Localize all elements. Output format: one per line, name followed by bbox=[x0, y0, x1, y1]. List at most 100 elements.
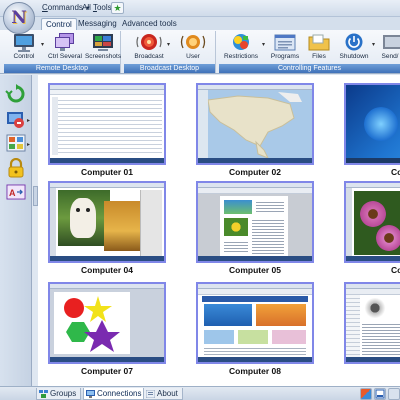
group-label-controlling-features: Controlling Features bbox=[219, 64, 400, 73]
computer-tile[interactable]: Computer 08 bbox=[196, 282, 314, 377]
broadcast-icon bbox=[136, 32, 162, 53]
computer-screen-thumbnail[interactable] bbox=[196, 83, 314, 165]
layout-icon bbox=[375, 389, 385, 399]
lock-icon bbox=[8, 157, 24, 178]
computer-name: Computer 02 bbox=[229, 167, 281, 177]
ribbon: Control ▾ Ctrl Several Screenshots Remot… bbox=[0, 30, 400, 74]
computer-screen-thumbnail[interactable] bbox=[48, 282, 166, 364]
color-view-button[interactable] bbox=[360, 388, 372, 400]
desktop-wallpaper-glow bbox=[364, 107, 398, 141]
flower-shape bbox=[376, 225, 400, 251]
taskbar bbox=[50, 256, 164, 261]
toolbar-strip bbox=[50, 90, 164, 95]
bottom-tab-bar: Groups Connections About bbox=[0, 386, 400, 400]
site-banner bbox=[204, 304, 252, 326]
group-remote-desktop: Control ▾ Ctrl Several Screenshots Remot… bbox=[4, 31, 121, 73]
tab-control[interactable]: Control bbox=[41, 18, 77, 30]
computer-tile[interactable]: Computer 04 bbox=[48, 181, 166, 276]
text-message-button[interactable]: A bbox=[5, 182, 27, 203]
lock-button[interactable] bbox=[5, 157, 27, 179]
computer-screen-thumbnail[interactable] bbox=[344, 282, 400, 364]
monitor-settings-icon bbox=[7, 112, 24, 128]
autumn-photo bbox=[104, 201, 140, 251]
computer-name: Comp bbox=[390, 167, 400, 177]
thumbnail-view-button[interactable] bbox=[5, 133, 27, 154]
site-promo bbox=[256, 304, 306, 326]
tab-about[interactable]: About bbox=[143, 388, 183, 400]
chevron-right-icon[interactable]: ▸ bbox=[27, 117, 30, 124]
taskbar bbox=[346, 158, 400, 163]
chevron-down-icon[interactable]: ▾ bbox=[371, 41, 376, 49]
files-button[interactable]: Files bbox=[305, 32, 333, 63]
computer-tile[interactable]: Computer 01 bbox=[48, 83, 166, 178]
page-text bbox=[256, 200, 284, 214]
tab-connections-label: Connections bbox=[97, 389, 142, 398]
refresh-icon bbox=[5, 84, 25, 103]
svg-text:A: A bbox=[9, 188, 16, 198]
page-text bbox=[362, 322, 400, 356]
tab-messaging[interactable]: Messaging bbox=[74, 18, 121, 30]
computer-name: Computer 05 bbox=[229, 265, 281, 275]
computer-screen-thumbnail[interactable] bbox=[48, 83, 166, 165]
tool-palette bbox=[346, 188, 352, 259]
shutdown-label: Shutdown bbox=[339, 53, 369, 60]
computer-tile[interactable] bbox=[344, 282, 400, 377]
computer-screen-thumbnail[interactable] bbox=[344, 181, 400, 263]
tab-groups[interactable]: Groups bbox=[36, 388, 82, 400]
computer-screen-thumbnail[interactable] bbox=[344, 83, 400, 165]
computer-name: Comp bbox=[390, 265, 400, 275]
ribbon-tab-row: Control Messaging Advanced tools bbox=[0, 17, 400, 30]
taskbar bbox=[198, 256, 312, 261]
send-label: Send/ bbox=[381, 53, 399, 60]
connections-icon bbox=[86, 390, 95, 398]
shutdown-button[interactable]: Shutdown bbox=[337, 32, 371, 63]
window-title-bar bbox=[50, 183, 164, 188]
computer-tile[interactable]: Computer 05 bbox=[196, 181, 314, 276]
computer-screen-thumbnail[interactable] bbox=[48, 181, 166, 263]
owl-eye bbox=[76, 208, 80, 212]
grid-view-button[interactable] bbox=[388, 388, 400, 400]
site-header bbox=[202, 296, 308, 302]
site-text bbox=[204, 346, 306, 356]
computer-screen-thumbnail[interactable] bbox=[196, 181, 314, 263]
chevron-right-icon[interactable]: ▸ bbox=[27, 141, 30, 148]
computer-screen-thumbnail[interactable] bbox=[196, 282, 314, 364]
send-icon bbox=[380, 32, 400, 53]
chevron-down-icon[interactable]: ▾ bbox=[261, 41, 266, 49]
broadcast-label: Broadcast bbox=[134, 53, 164, 60]
layout-view-button[interactable] bbox=[374, 388, 386, 400]
tool-palette bbox=[50, 188, 56, 259]
ctrl-several-button[interactable]: Ctrl Several bbox=[47, 32, 83, 63]
send-button[interactable]: Send/ bbox=[379, 32, 400, 63]
taskbar bbox=[50, 158, 164, 163]
monitor-options-button[interactable] bbox=[5, 109, 27, 130]
chevron-down-icon[interactable]: ▾ bbox=[40, 41, 45, 49]
restrictions-button[interactable]: Restrictions bbox=[221, 32, 261, 63]
computer-tile[interactable]: Comp bbox=[344, 83, 400, 178]
restrictions-icon bbox=[228, 32, 254, 53]
owl-eye bbox=[86, 208, 90, 212]
user-button[interactable]: User bbox=[176, 32, 210, 63]
programs-button[interactable]: Programs bbox=[269, 32, 301, 63]
computer-name: Computer 04 bbox=[81, 265, 133, 275]
refresh-button[interactable] bbox=[5, 84, 27, 105]
tab-about-label: About bbox=[157, 389, 178, 398]
tab-advanced-tools[interactable]: Advanced tools bbox=[118, 18, 181, 30]
screenshots-button[interactable]: Screenshots bbox=[85, 32, 121, 63]
tab-connections[interactable]: Connections bbox=[83, 388, 147, 400]
chevron-down-icon[interactable]: ▾ bbox=[166, 41, 171, 49]
window-title-bar bbox=[346, 183, 400, 188]
computer-tile[interactable]: Comp bbox=[344, 181, 400, 276]
broadcast-button[interactable]: Broadcast bbox=[132, 32, 166, 63]
group-label-broadcast-desktop: Broadcast Desktop bbox=[124, 64, 215, 73]
control-button[interactable]: Control bbox=[7, 32, 41, 63]
monitor-icon bbox=[11, 32, 37, 53]
layers-panel bbox=[140, 190, 162, 256]
owl-shape bbox=[70, 198, 96, 238]
paint-shapes bbox=[64, 296, 120, 352]
computer-tile[interactable]: Computer 07 bbox=[48, 282, 166, 377]
app-menu-button[interactable]: N bbox=[3, 2, 35, 34]
commands-label: ommands bbox=[47, 3, 83, 12]
favorite-star-button[interactable]: ★ bbox=[111, 2, 124, 14]
computer-tile[interactable]: Computer 02 bbox=[196, 83, 314, 178]
